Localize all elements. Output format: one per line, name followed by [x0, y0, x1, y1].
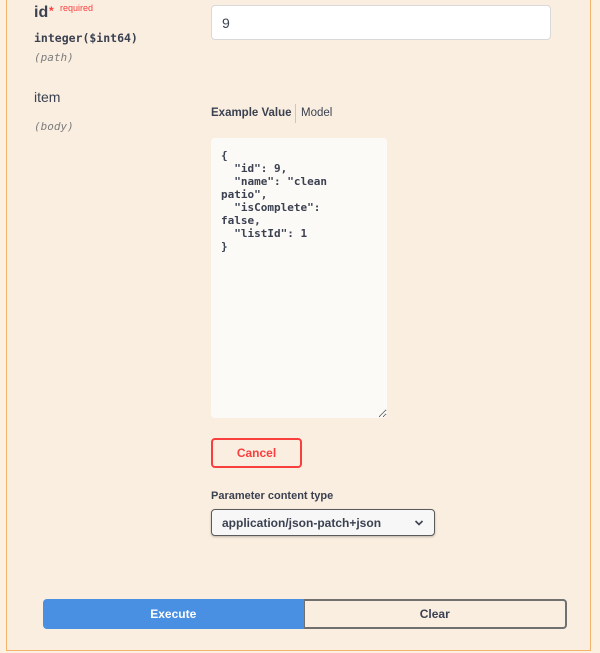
execute-clear-group: Execute Clear	[43, 599, 567, 629]
param-location-id: (path)	[34, 51, 74, 64]
required-label: required	[60, 3, 94, 13]
content-type-select[interactable]: application/json-patch+json	[211, 509, 435, 536]
content-type-selected: application/json-patch+json	[222, 515, 382, 530]
clear-button[interactable]: Clear	[303, 599, 567, 629]
param-location-item: (body)	[34, 120, 74, 133]
tab-model[interactable]: Model	[301, 107, 332, 119]
param-type-id: integer($int64)	[34, 31, 138, 45]
content-type-label: Parameter content type	[211, 490, 334, 502]
required-star: *	[49, 4, 54, 18]
tab-example-value[interactable]: Example Value	[211, 107, 292, 119]
try-it-out-panel: id * required integer($int64) (path) ite…	[6, 0, 591, 651]
request-body-editor[interactable]: { "id": 9, "name": "clean patio", "isCom…	[211, 138, 387, 418]
chevron-down-icon	[414, 519, 424, 526]
cancel-button[interactable]: Cancel	[211, 438, 302, 468]
tab-divider	[295, 104, 296, 123]
execute-button[interactable]: Execute	[43, 599, 304, 629]
param-name-id: id	[34, 4, 49, 21]
param-name-item: item	[34, 89, 61, 105]
id-input[interactable]	[211, 5, 551, 40]
